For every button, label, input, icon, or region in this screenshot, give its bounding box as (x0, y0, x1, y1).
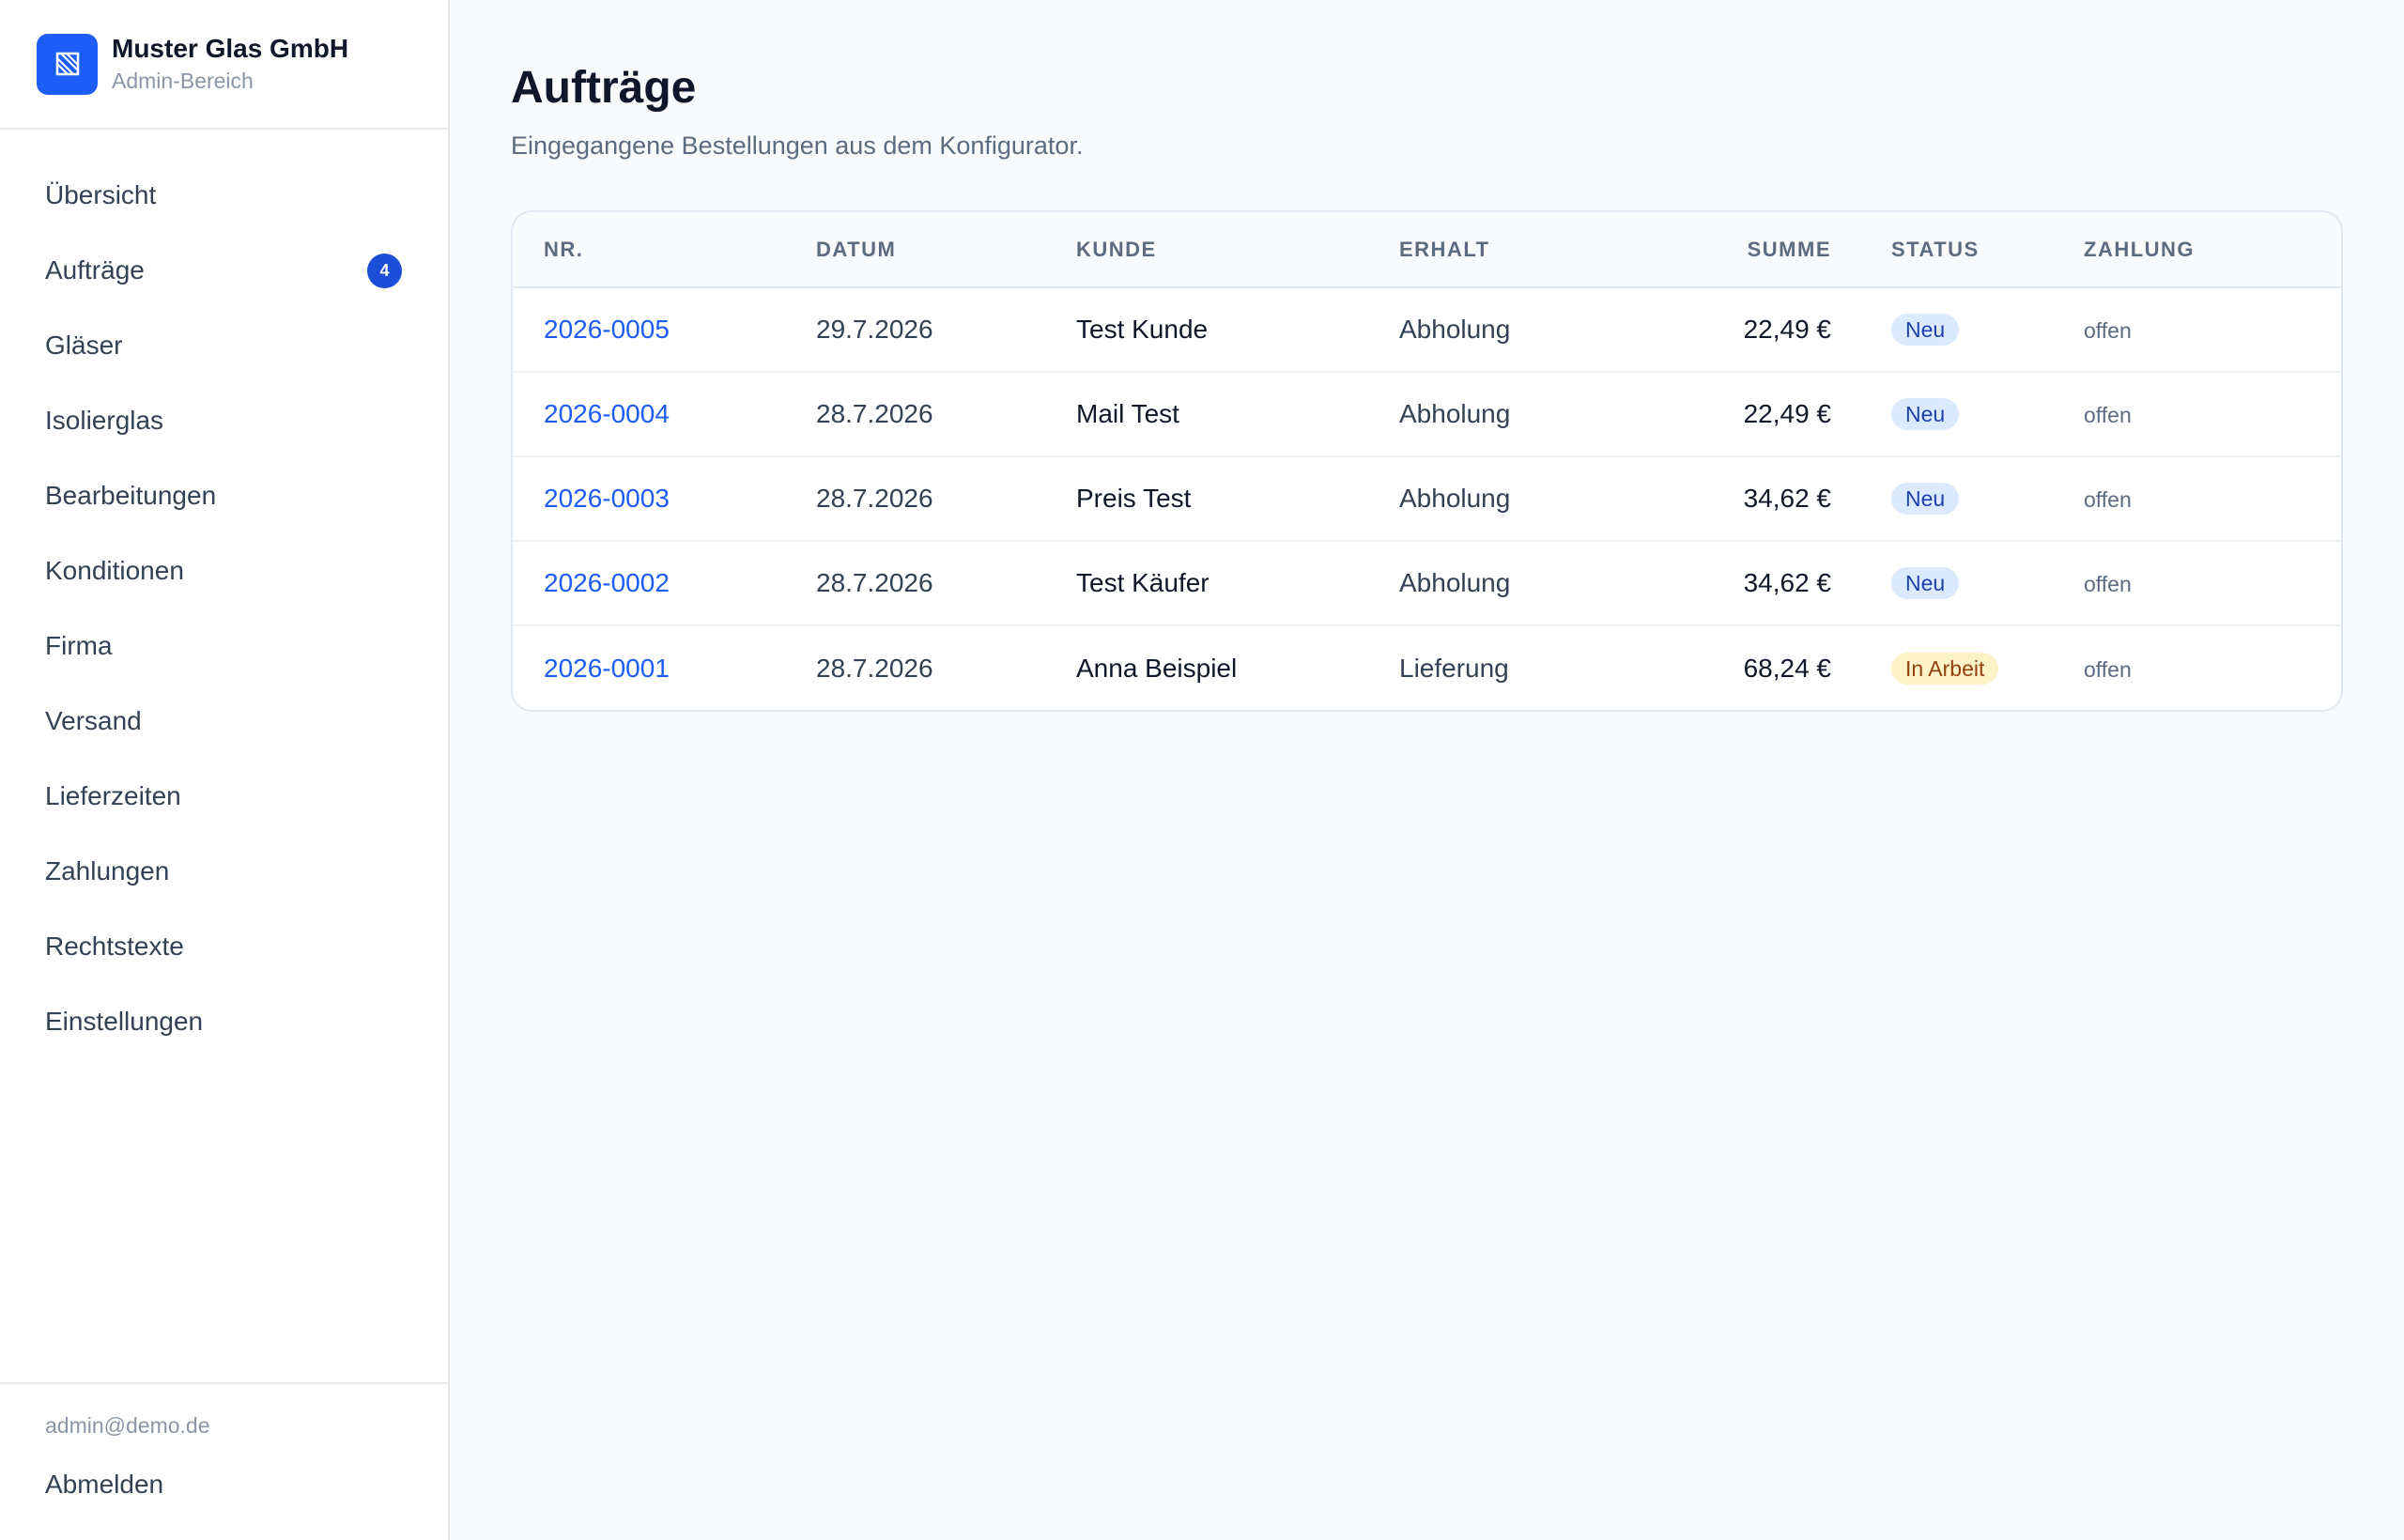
page-subtitle: Eingegangene Bestellungen aus dem Konfig… (511, 131, 1084, 160)
column-header-nr: NR. (544, 237, 584, 261)
payment-status: offen (2084, 318, 2132, 343)
payment-status: offen (2084, 572, 2132, 596)
order-date: 28.7.2026 (816, 399, 933, 428)
sidebar-item-versand[interactable]: Versand (0, 684, 448, 759)
sidebar-item-label: Versand (45, 706, 142, 735)
column-header-status: STATUS (1891, 237, 1980, 261)
table-row[interactable]: 2026-0005 29.7.2026 Test Kunde Abholung … (513, 287, 2341, 372)
payment-status: offen (2084, 403, 2132, 427)
order-total: 34,62 € (1743, 568, 1831, 597)
orders-table: NR. DATUM KUNDE ERHALT SUMME STATUS ZAHL… (513, 212, 2341, 710)
table-row[interactable]: 2026-0001 28.7.2026 Anna Beispiel Liefer… (513, 625, 2341, 710)
table-row[interactable]: 2026-0003 28.7.2026 Preis Test Abholung … (513, 456, 2341, 541)
sidebar-item-label: Lieferzeiten (45, 781, 181, 810)
sidebar-item-label: Konditionen (45, 556, 184, 585)
sidebar-item-auftraege[interactable]: Aufträge 4 (0, 233, 448, 308)
order-customer: Preis Test (1076, 484, 1192, 513)
payment-status: offen (2084, 487, 2132, 512)
user-email: admin@demo.de (45, 1413, 210, 1438)
order-number-link[interactable]: 2026-0002 (544, 568, 670, 597)
sidebar-footer: admin@demo.de Abmelden (0, 1382, 448, 1540)
sidebar-item-label: Einstellungen (45, 1007, 204, 1036)
status-badge: Neu (1891, 483, 1960, 515)
order-fulfillment: Lieferung (1399, 653, 1509, 683)
order-fulfillment: Abholung (1399, 315, 1511, 344)
sidebar-item-glaeser[interactable]: Gläser (0, 308, 448, 383)
order-fulfillment: Abholung (1399, 399, 1511, 428)
column-header-erhalt: ERHALT (1399, 237, 1490, 261)
order-date: 28.7.2026 (816, 484, 933, 513)
table-row[interactable]: 2026-0002 28.7.2026 Test Käufer Abholung… (513, 541, 2341, 625)
sidebar-item-konditionen[interactable]: Konditionen (0, 533, 448, 608)
orders-table-card: NR. DATUM KUNDE ERHALT SUMME STATUS ZAHL… (511, 210, 2343, 712)
sidebar-item-label: Isolierglas (45, 406, 164, 435)
status-badge: In Arbeit (1891, 652, 1999, 685)
order-number-link[interactable]: 2026-0003 (544, 484, 670, 513)
sidebar-item-isolierglas[interactable]: Isolierglas (0, 383, 448, 458)
table-row[interactable]: 2026-0004 28.7.2026 Mail Test Abholung 2… (513, 372, 2341, 456)
column-header-kunde: KUNDE (1076, 237, 1157, 261)
sidebar-item-label: Gläser (45, 331, 123, 360)
status-badge: Neu (1891, 567, 1960, 599)
sidebar-item-uebersicht[interactable]: Übersicht (0, 158, 448, 233)
sidebar-item-zahlungen[interactable]: Zahlungen (0, 834, 448, 909)
order-date: 29.7.2026 (816, 315, 933, 344)
order-customer: Test Käufer (1076, 568, 1210, 597)
order-customer: Anna Beispiel (1076, 653, 1238, 683)
sidebar-item-label: Rechtstexte (45, 932, 184, 961)
brand-name: Muster Glas GmbH (112, 34, 349, 63)
order-customer: Test Kunde (1076, 315, 1209, 344)
status-badge: Neu (1891, 314, 1960, 346)
order-total: 68,24 € (1743, 653, 1831, 683)
sidebar-nav: Übersicht Aufträge 4 Gläser Isolierglas … (0, 130, 448, 1382)
app: Muster Glas GmbH Admin-Bereich Übersicht… (0, 0, 2404, 1540)
status-badge: Neu (1891, 398, 1960, 430)
order-number-link[interactable]: 2026-0001 (544, 654, 670, 683)
order-number-link[interactable]: 2026-0004 (544, 399, 670, 428)
order-total: 34,62 € (1743, 484, 1831, 513)
payment-status: offen (2084, 656, 2132, 682)
table-header-row: NR. DATUM KUNDE ERHALT SUMME STATUS ZAHL… (513, 212, 2341, 287)
column-header-datum: DATUM (816, 237, 897, 261)
order-fulfillment: Abholung (1399, 568, 1511, 597)
column-header-summe: SUMME (1747, 237, 1831, 261)
count-badge: 4 (367, 253, 402, 288)
sidebar-item-einstellungen[interactable]: Einstellungen (0, 984, 448, 1059)
main-content: Aufträge Eingegangene Bestellungen aus d… (450, 0, 2404, 1540)
logout-button[interactable]: Abmelden (45, 1466, 448, 1503)
sidebar-item-firma[interactable]: Firma (0, 608, 448, 684)
page-title: Aufträge (511, 63, 697, 113)
order-total: 22,49 € (1743, 315, 1831, 344)
sidebar-item-label: Zahlungen (45, 856, 170, 886)
sidebar-item-label: Aufträge (45, 255, 145, 285)
sidebar-item-bearbeitungen[interactable]: Bearbeitungen (0, 458, 448, 533)
order-total: 22,49 € (1743, 399, 1831, 428)
sidebar-item-label: Bearbeitungen (45, 481, 217, 510)
sidebar-item-label: Firma (45, 631, 113, 660)
order-date: 28.7.2026 (816, 568, 933, 597)
sidebar: Muster Glas GmbH Admin-Bereich Übersicht… (0, 0, 450, 1540)
order-date: 28.7.2026 (816, 653, 933, 683)
sidebar-item-rechtstexte[interactable]: Rechtstexte (0, 909, 448, 984)
sidebar-item-lieferzeiten[interactable]: Lieferzeiten (0, 759, 448, 834)
order-customer: Mail Test (1076, 399, 1179, 428)
glass-pane-icon (37, 33, 98, 95)
brand-subtitle: Admin-Bereich (112, 69, 254, 93)
order-number-link[interactable]: 2026-0005 (544, 315, 670, 344)
order-fulfillment: Abholung (1399, 484, 1511, 513)
column-header-zahlung: ZAHLUNG (2084, 237, 2196, 261)
sidebar-item-label: Übersicht (45, 180, 157, 209)
brand: Muster Glas GmbH Admin-Bereich (0, 0, 448, 130)
